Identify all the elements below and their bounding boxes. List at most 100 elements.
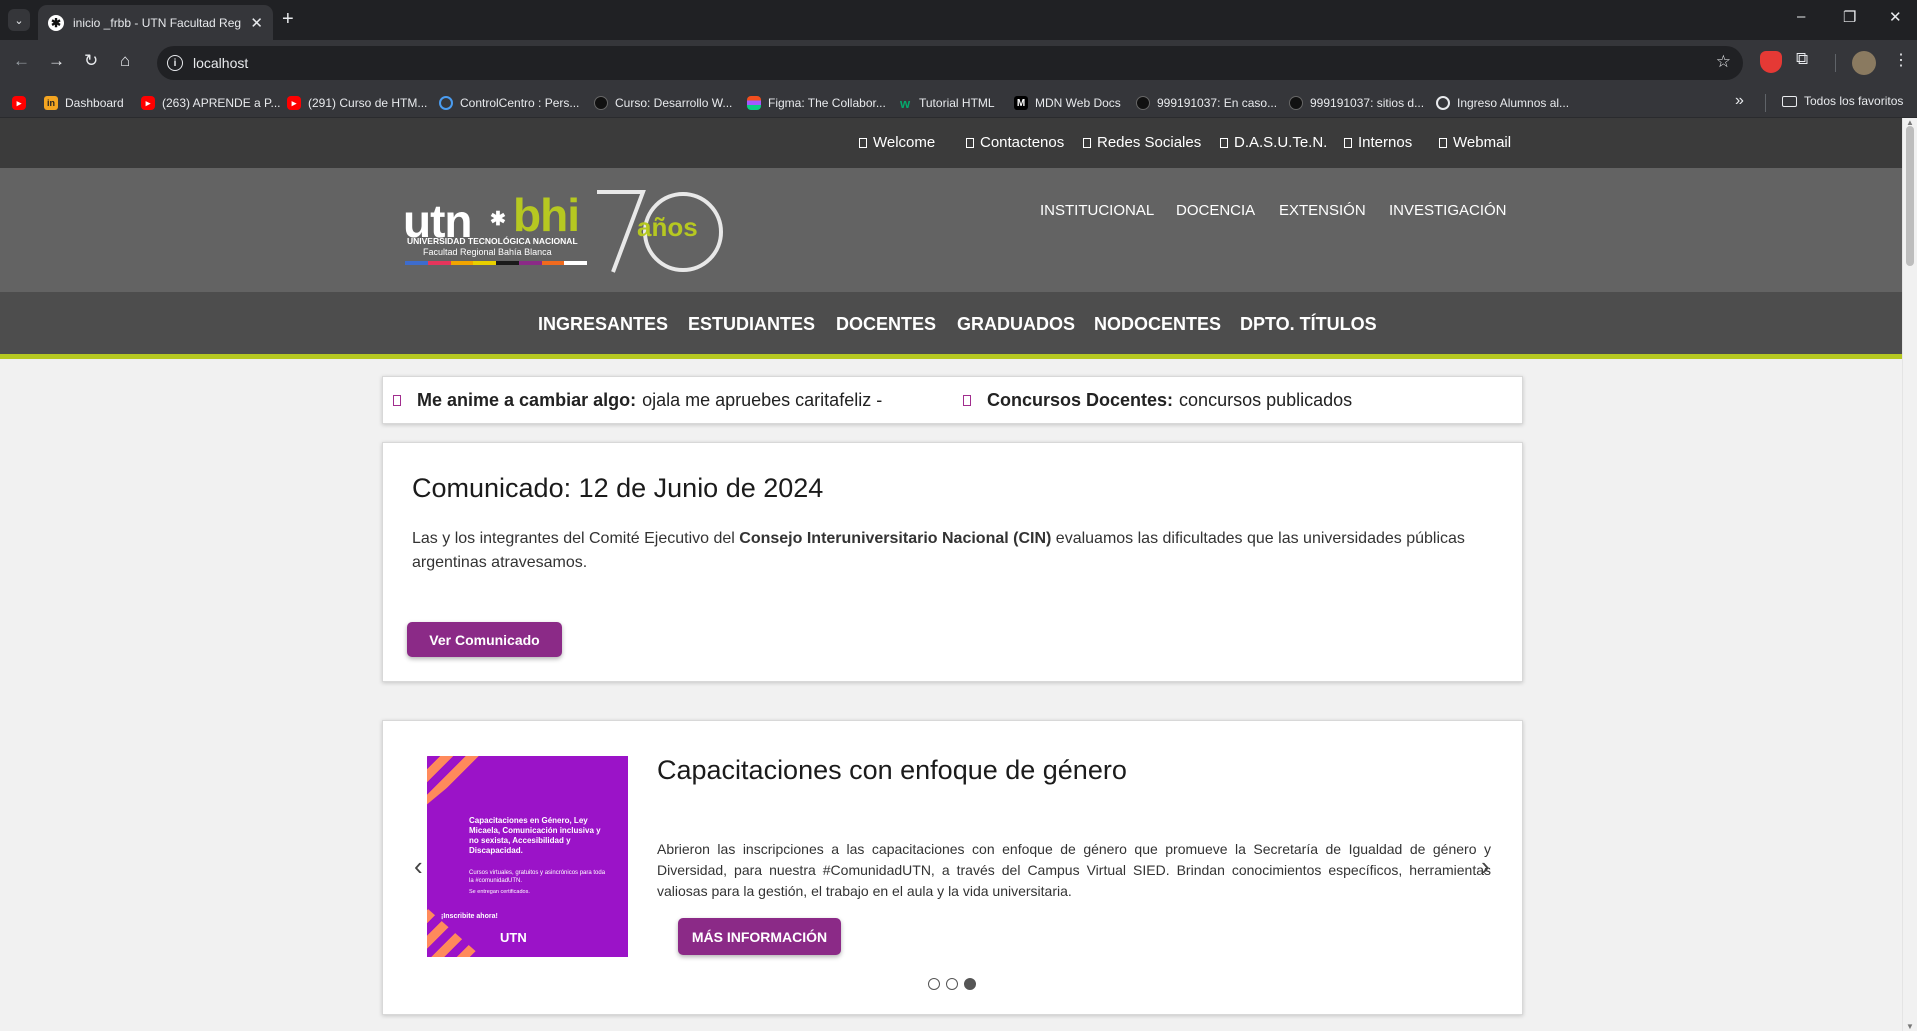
carousel-dot[interactable] <box>928 978 940 990</box>
link-square-icon <box>859 137 867 148</box>
top-link-redes-sociales[interactable]: Redes Sociales <box>1083 134 1201 151</box>
w3-icon: w <box>899 95 911 111</box>
back-icon[interactable]: ← <box>13 51 30 71</box>
top-link-internos[interactable]: Internos <box>1344 134 1412 151</box>
nav-dpto-titulos[interactable]: DPTO. TÍTULOS <box>1240 314 1377 335</box>
top-link-welcome[interactable]: Welcome <box>859 134 935 151</box>
ticker-item[interactable]: Concursos Docentes: concursos publicados <box>963 390 1352 411</box>
moodle-icon <box>1136 96 1150 110</box>
bookmark-item[interactable]: Ingreso Alumnos al... <box>1436 94 1569 112</box>
bookmark-item[interactable]: ▸ (263) APRENDE a P... <box>141 94 281 112</box>
ticker-label: Me anime a cambiar algo: <box>417 390 637 410</box>
close-tab-icon[interactable]: ✕ <box>250 14 263 32</box>
close-window-icon[interactable]: ✕ <box>1889 8 1902 26</box>
site-header: utn ✱ bhi UNIVERSIDAD TECNOLÓGICA NACION… <box>0 168 1902 292</box>
slide-image[interactable]: Capacitaciones en Género, Ley Micaela, C… <box>427 756 628 957</box>
logo-color-stripe <box>405 261 587 265</box>
top-link-label: Contactenos <box>980 134 1065 151</box>
top-link-contactenos[interactable]: Contactenos <box>966 134 1064 151</box>
bookmark-star-icon[interactable]: ☆ <box>1716 52 1731 72</box>
nav-docentes[interactable]: DOCENTES <box>836 314 936 335</box>
adblock-extension-icon[interactable] <box>1760 51 1782 73</box>
ticker-text: ojala me apruebes caritafeliz - <box>642 390 883 410</box>
nav-investigacion[interactable]: INVESTIGACIÓN <box>1389 202 1507 219</box>
cc-icon <box>439 96 453 110</box>
carousel-next-icon[interactable]: › <box>1481 851 1490 882</box>
nav-nodocentes[interactable]: NODOCENTES <box>1094 314 1221 335</box>
bookmarks-bar: ▸ in Dashboard ▸ (263) APRENDE a P... ▸ … <box>0 86 1917 118</box>
carousel-dot[interactable] <box>946 978 958 990</box>
bookmark-item[interactable]: in Dashboard <box>44 94 124 112</box>
ticker-item[interactable]: Me anime a cambiar algo: ojala me aprueb… <box>393 390 882 411</box>
bookmark-item[interactable]: ControlCentro : Pers... <box>439 94 579 112</box>
bookmark-item[interactable]: ▸ <box>12 94 33 112</box>
utn-bhi-logo[interactable]: utn ✱ bhi UNIVERSIDAD TECNOLÓGICA NACION… <box>403 189 723 274</box>
nav-estudiantes[interactable]: ESTUDIANTES <box>688 314 815 335</box>
bookmark-item[interactable]: w Tutorial HTML <box>898 94 995 112</box>
link-square-icon <box>1439 137 1447 148</box>
minimize-icon[interactable]: – <box>1797 8 1805 25</box>
page-scrollbar[interactable]: ▲ ▼ <box>1902 118 1917 1031</box>
utility-bar: Welcome Contactenos Redes Sociales D.A.S… <box>0 118 1902 168</box>
mdn-icon: M <box>1014 96 1028 110</box>
scroll-down-icon[interactable]: ▼ <box>1906 1022 1914 1031</box>
nav-ingresantes[interactable]: INGRESANTES <box>538 314 668 335</box>
bookmark-label: (263) APRENDE a P... <box>162 96 281 110</box>
youtube-icon: ▸ <box>287 96 301 110</box>
mas-informacion-button[interactable]: MÁS INFORMACIÓN <box>678 918 841 955</box>
tab-search-button[interactable]: ⌄ <box>8 9 30 31</box>
logo-bhi-text: bhi <box>513 189 580 241</box>
home-icon[interactable]: ⌂ <box>120 51 130 71</box>
image-cta-text: ¡Inscribite ahora! <box>441 913 498 920</box>
carousel-prev-icon[interactable]: ‹ <box>414 851 423 882</box>
nav-graduados[interactable]: GRADUADOS <box>957 314 1075 335</box>
new-tab-button[interactable]: + <box>282 8 294 31</box>
top-link-webmail[interactable]: Webmail <box>1439 134 1511 151</box>
logo-university-name: UNIVERSIDAD TECNOLÓGICA NACIONAL <box>407 236 578 246</box>
forward-icon[interactable]: → <box>48 51 65 71</box>
bookmark-label: MDN Web Docs <box>1035 96 1121 110</box>
reload-icon[interactable]: ↻ <box>84 51 98 71</box>
profile-avatar[interactable] <box>1852 51 1876 75</box>
nav-docencia[interactable]: DOCENCIA <box>1176 202 1255 219</box>
ver-comunicado-button[interactable]: Ver Comunicado <box>407 622 562 657</box>
ticker-text: concursos publicados <box>1179 390 1353 410</box>
bookmark-label: ControlCentro : Pers... <box>460 96 580 110</box>
address-bar[interactable]: i localhost ☆ <box>157 46 1743 80</box>
bookmark-item[interactable]: ▸ (291) Curso de HTM... <box>287 94 427 112</box>
bookmark-item[interactable]: Figma: The Collabor... <box>747 94 886 112</box>
image-utn-brand: UTN <box>500 930 527 945</box>
browser-menu-icon[interactable]: ⋮ <box>1893 50 1909 70</box>
bookmark-item[interactable]: Curso: Desarrollo W... <box>594 94 732 112</box>
logo-anos-text: años <box>637 212 698 242</box>
browser-tab[interactable]: ✱ inicio _frbb - UTN Facultad Reg ✕ <box>38 5 273 40</box>
decorative-stripes <box>427 901 489 957</box>
restore-icon[interactable]: ❐ <box>1843 8 1856 26</box>
bookmark-item[interactable]: M MDN Web Docs <box>1014 94 1121 112</box>
bookmark-label: Dashboard <box>65 96 124 110</box>
carousel-dot-active[interactable] <box>964 978 976 990</box>
toolbar-divider <box>1835 54 1836 72</box>
url-text[interactable]: localhost <box>193 55 248 71</box>
all-bookmarks-folder[interactable]: Todos los favoritos <box>1782 94 1903 108</box>
browser-tabbar: ⌄ ✱ inicio _frbb - UTN Facultad Reg ✕ + … <box>0 0 1917 40</box>
page-viewport: Welcome Contactenos Redes Sociales D.A.S… <box>0 118 1917 1031</box>
top-link-dasuten[interactable]: D.A.S.U.Te.N. <box>1220 134 1327 151</box>
link-square-icon <box>1220 137 1228 148</box>
site-info-icon[interactable]: i <box>167 55 183 71</box>
ticker-square-icon <box>963 395 971 406</box>
bookmark-item[interactable]: 999191037: En caso... <box>1136 94 1277 112</box>
image-cert-text: Se entregan certificados. <box>469 889 530 895</box>
comunicado-title: Comunicado: 12 de Junio de 2024 <box>412 473 824 503</box>
top-link-label: Webmail <box>1453 134 1512 151</box>
more-bookmarks-icon[interactable]: » <box>1735 92 1744 110</box>
scroll-thumb[interactable] <box>1906 126 1914 266</box>
link-square-icon <box>1344 137 1352 148</box>
extensions-puzzle-icon[interactable]: ⧉ <box>1796 49 1818 71</box>
nav-extension[interactable]: EXTENSIÓN <box>1279 202 1366 219</box>
nav-institucional[interactable]: INSTITUCIONAL <box>1040 202 1154 219</box>
bookmark-item[interactable]: 999191037: sitios d... <box>1289 94 1424 112</box>
image-subtext: Cursos virtuales, gratuitos y asincrónic… <box>469 870 606 884</box>
globe-icon <box>1436 96 1450 110</box>
moodle-icon <box>1289 96 1303 110</box>
